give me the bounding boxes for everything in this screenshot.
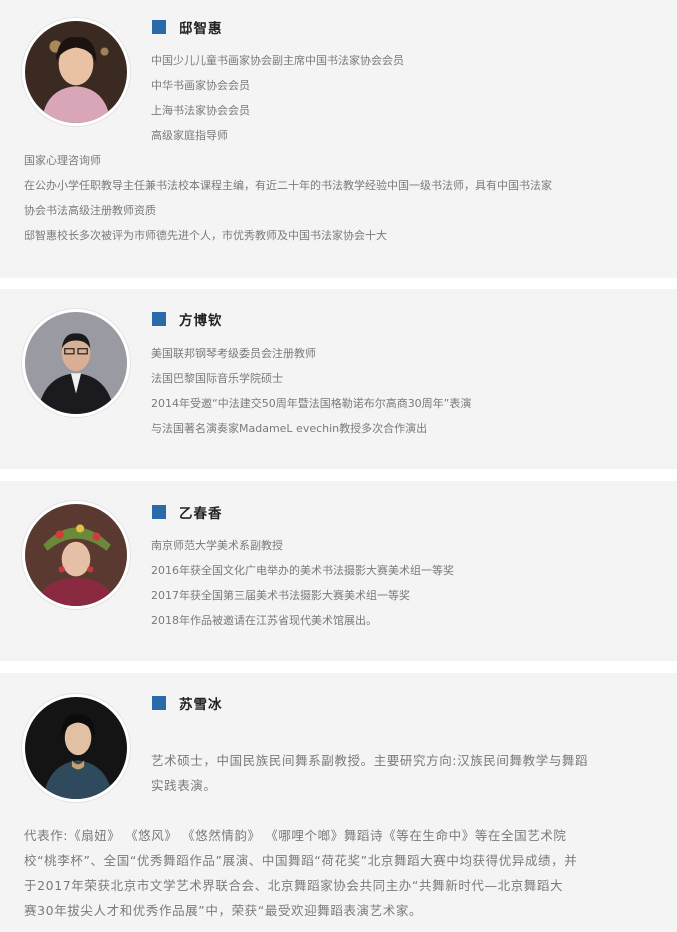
bio-line: 2018年作品被邀请在江苏省现代美术馆展出。 bbox=[151, 614, 377, 627]
bio-line: 在公办小学任职教导主任兼书法校本课程主编，有近二十年的书法教学经验中国一级书法师… bbox=[24, 179, 552, 192]
bio-line: 中华书画家协会会员 bbox=[151, 79, 250, 92]
teacher-card-3: 乙春香 南京师范大学美术系副教授 2016年获全国文化广电举办的美术书法摄影大赛… bbox=[0, 481, 677, 661]
avatar-photo bbox=[22, 501, 130, 609]
bio-paragraph-line: 于2017年荣获北京市文学艺术界联合会、北京舞蹈家协会共同主办“共舞新时代—北京… bbox=[24, 878, 564, 893]
avatar-photo bbox=[22, 309, 130, 417]
bio-paragraph-line: 校“桃李杯”、全国“优秀舞蹈作品”展演、中国舞蹈“荷花奖”北京舞蹈大赛中均获得优… bbox=[24, 853, 578, 868]
bio-line: 与法国著名演奏家MadameL evechin教授多次合作演出 bbox=[151, 422, 428, 435]
teacher-name: 苏雪冰 bbox=[179, 697, 223, 713]
teacher-name: 邸智惠 bbox=[179, 21, 223, 37]
teacher-name-row: 苏雪冰 bbox=[152, 693, 223, 713]
bio-line: 2017年获全国第三届美术书法摄影大赛美术组一等奖 bbox=[151, 589, 410, 602]
bio-line: 邸智惠校长多次被评为市师德先进个人，市优秀教师及中国书法家协会十大 bbox=[24, 229, 387, 242]
bio-line: 协会书法高级注册教师资质 bbox=[24, 204, 156, 217]
teacher-card-1: 邸智惠 中国少儿儿童书画家协会副主席中国书法家协会会员 中华书画家协会会员 上海… bbox=[0, 0, 677, 278]
bio-line: 法国巴黎国际音乐学院硕士 bbox=[151, 372, 283, 385]
bio-line: 中国少儿儿童书画家协会副主席中国书法家协会会员 bbox=[151, 54, 404, 67]
teacher-name: 乙春香 bbox=[179, 506, 223, 522]
bio-paragraph-line: 代表作:《扇妞》 《悠风》 《悠然情韵》 《哪哩个啷》舞蹈诗《等在生命中》等在全… bbox=[24, 828, 567, 843]
avatar-photo bbox=[22, 18, 130, 126]
teacher-name-row: 方博钦 bbox=[152, 309, 223, 329]
teacher-name: 方博钦 bbox=[179, 313, 223, 329]
accent-square bbox=[152, 20, 166, 34]
bio-paragraph-line: 赛30年拔尖人才和优秀作品展”中，荣获“最受欢迎舞蹈表演艺术家。 bbox=[24, 903, 423, 918]
accent-square bbox=[152, 505, 166, 519]
avatar-photo bbox=[22, 694, 130, 802]
bio-line: 2016年获全国文化广电举办的美术书法摄影大赛美术组一等奖 bbox=[151, 564, 454, 577]
bio-line: 美国联邦钢琴考级委员会注册教师 bbox=[151, 347, 316, 360]
accent-square bbox=[152, 696, 166, 710]
accent-square bbox=[152, 312, 166, 326]
teacher-name-row: 乙春香 bbox=[152, 502, 223, 522]
bio-paragraph-line: 艺术硕士，中国民族民间舞系副教授。主要研究方向:汉族民间舞教学与舞蹈 bbox=[151, 753, 589, 768]
bio-line: 高级家庭指导师 bbox=[151, 129, 228, 142]
bio-line: 上海书法家协会会员 bbox=[151, 104, 250, 117]
bio-line: 2014年受邀“中法建交50周年暨法国格勒诺布尔高商30周年”表演 bbox=[151, 397, 472, 410]
teacher-name-row: 邸智惠 bbox=[152, 17, 223, 37]
bio-line: 国家心理咨询师 bbox=[24, 154, 101, 167]
teacher-card-4: 苏雪冰 艺术硕士，中国民族民间舞系副教授。主要研究方向:汉族民间舞教学与舞蹈 实… bbox=[0, 673, 677, 932]
bio-line: 南京师范大学美术系副教授 bbox=[151, 539, 283, 552]
teacher-card-2: 方博钦 美国联邦钢琴考级委员会注册教师 法国巴黎国际音乐学院硕士 2014年受邀… bbox=[0, 289, 677, 469]
bio-paragraph-line: 实践表演。 bbox=[151, 778, 217, 793]
